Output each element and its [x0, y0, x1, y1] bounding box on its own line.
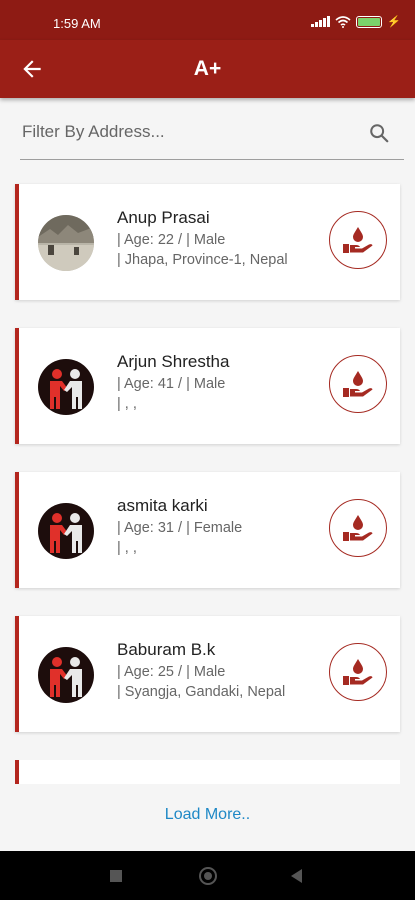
donor-address: | Syangja, Gandaki, Nepal	[117, 684, 286, 700]
home-icon[interactable]	[199, 867, 217, 885]
charging-icon: ⚡	[387, 16, 401, 28]
search-icon[interactable]	[368, 122, 390, 144]
donate-button[interactable]	[329, 499, 387, 557]
wifi-icon	[335, 15, 351, 28]
search-input[interactable]	[20, 112, 350, 152]
app-bar: A+	[0, 40, 415, 98]
donor-card[interactable]: asmita karki | Age: 31 / | Female | , ,	[15, 472, 400, 588]
donor-name: Arjun Shrestha	[117, 352, 230, 371]
donate-button[interactable]	[329, 355, 387, 413]
blood-donation-hand-icon	[343, 227, 373, 253]
donor-name: Baburam B.k	[117, 640, 216, 659]
recents-icon[interactable]	[110, 870, 122, 882]
donor-name: asmita karki	[117, 496, 208, 515]
load-more-link[interactable]: Load More..	[0, 806, 415, 824]
donor-list: Anup Prasai | Age: 22 / | Male | Jhapa, …	[15, 184, 400, 760]
blood-donation-hand-icon	[343, 659, 373, 685]
donor-address: | Jhapa, Province-1, Nepal	[117, 252, 288, 268]
donor-address: | , ,	[117, 396, 137, 412]
donor-age-gender: | Age: 31 / | Female	[117, 520, 243, 536]
donor-card[interactable]: Baburam B.k | Age: 25 / | Male | Syangja…	[15, 616, 400, 732]
donor-card[interactable]: Anup Prasai | Age: 22 / | Male | Jhapa, …	[15, 184, 400, 300]
blood-donation-hand-icon	[343, 515, 373, 541]
donor-age-gender: | Age: 41 / | Male	[117, 376, 226, 392]
status-icons: ⚡	[311, 15, 401, 28]
avatar	[38, 215, 94, 271]
blood-donation-hand-icon	[343, 371, 373, 397]
donor-age-gender: | Age: 25 / | Male	[117, 664, 226, 680]
page-title: A+	[193, 57, 222, 80]
donate-button[interactable]	[329, 643, 387, 701]
donor-age-gender: | Age: 22 / | Male	[117, 232, 226, 248]
system-nav-bar	[0, 851, 415, 900]
handshake-people-icon	[39, 504, 93, 558]
donor-card-partial[interactable]	[15, 760, 400, 784]
handshake-people-icon	[39, 648, 93, 702]
status-time: 1:59 AM	[53, 16, 101, 31]
avatar	[38, 647, 94, 703]
battery-icon	[356, 15, 383, 28]
handshake-people-icon	[39, 360, 93, 414]
search-bar	[20, 112, 404, 160]
donate-button[interactable]	[329, 211, 387, 269]
avatar	[38, 503, 94, 559]
donor-address: | , ,	[117, 540, 137, 556]
status-bar: 1:59 AM ⚡	[0, 0, 415, 40]
back-icon[interactable]	[291, 869, 302, 883]
avatar	[38, 359, 94, 415]
donor-card[interactable]: Arjun Shrestha | Age: 41 / | Male | , ,	[15, 328, 400, 444]
signal-icon	[311, 16, 331, 27]
avatar-photo	[38, 215, 94, 271]
donor-name: Anup Prasai	[117, 208, 210, 227]
